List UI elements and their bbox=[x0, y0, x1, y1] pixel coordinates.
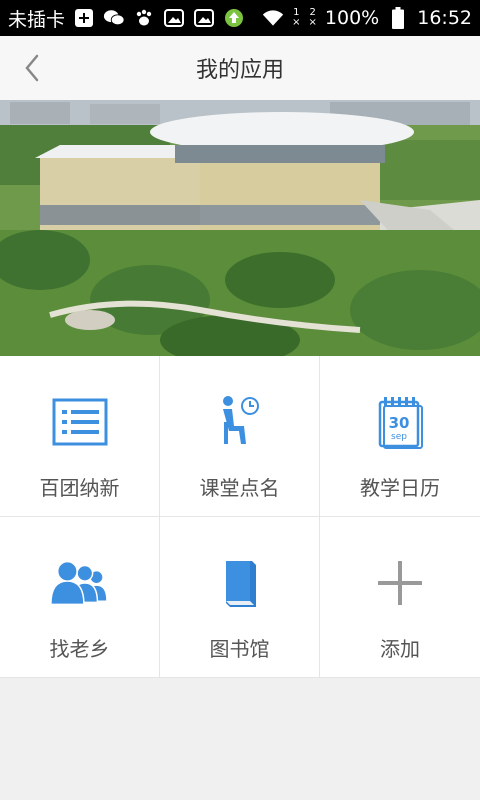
status-bar: 未插卡 1 × 2 × 100% 16:52 bbox=[0, 0, 480, 36]
plus-icon bbox=[368, 553, 432, 613]
app-label: 教学日历 bbox=[360, 476, 440, 500]
battery-icon bbox=[387, 7, 409, 29]
add-notification-icon bbox=[73, 7, 95, 29]
chevron-left-icon bbox=[25, 54, 39, 82]
calendar-month: sep bbox=[391, 432, 407, 442]
app-label: 图书馆 bbox=[209, 637, 270, 661]
wechat-icon bbox=[103, 7, 125, 29]
app-tile-add[interactable]: 添加 bbox=[320, 517, 480, 678]
app-tile-teaching-calendar[interactable]: 30 sep 教学日历 bbox=[320, 356, 480, 517]
list-icon bbox=[48, 392, 112, 452]
carrier-label: 未插卡 bbox=[8, 8, 66, 31]
app-header: 我的应用 bbox=[0, 36, 480, 101]
book-icon bbox=[208, 553, 272, 613]
battery-percent: 100% bbox=[324, 7, 380, 29]
seated-person-clock-icon bbox=[208, 392, 272, 452]
page-title: 我的应用 bbox=[195, 58, 284, 83]
calendar-day: 30 bbox=[389, 414, 410, 432]
upload-arrow-icon bbox=[223, 7, 245, 29]
app-label: 百团纳新 bbox=[39, 476, 120, 500]
campus-banner-image bbox=[0, 100, 480, 356]
app-tile-roll-call[interactable]: 课堂点名 bbox=[160, 356, 320, 517]
app-tile-club-recruitment[interactable]: 百团纳新 bbox=[0, 356, 160, 517]
photo-app-icon bbox=[163, 7, 185, 29]
wifi-icon bbox=[262, 7, 284, 29]
app-label: 找老乡 bbox=[49, 637, 110, 661]
sim2-no-signal: 2 × bbox=[308, 7, 317, 28]
app-label: 课堂点名 bbox=[199, 476, 280, 500]
app-tile-library[interactable]: 图书馆 bbox=[160, 517, 320, 678]
sim1-no-signal: 1 × bbox=[292, 7, 301, 28]
app-tile-find-hometown-friends[interactable]: 找老乡 bbox=[0, 517, 160, 678]
baidu-paw-icon bbox=[133, 7, 155, 29]
people-group-icon bbox=[48, 553, 112, 613]
app-grid: 百团纳新 课堂点名 30 sep 教学日历 找老乡 图书馆 添加 bbox=[0, 356, 480, 678]
app-label: 添加 bbox=[380, 637, 420, 661]
calendar-icon: 30 sep bbox=[368, 392, 432, 452]
photo-app-icon-2 bbox=[193, 7, 215, 29]
back-button[interactable] bbox=[14, 50, 50, 86]
clock: 16:52 bbox=[417, 7, 472, 29]
